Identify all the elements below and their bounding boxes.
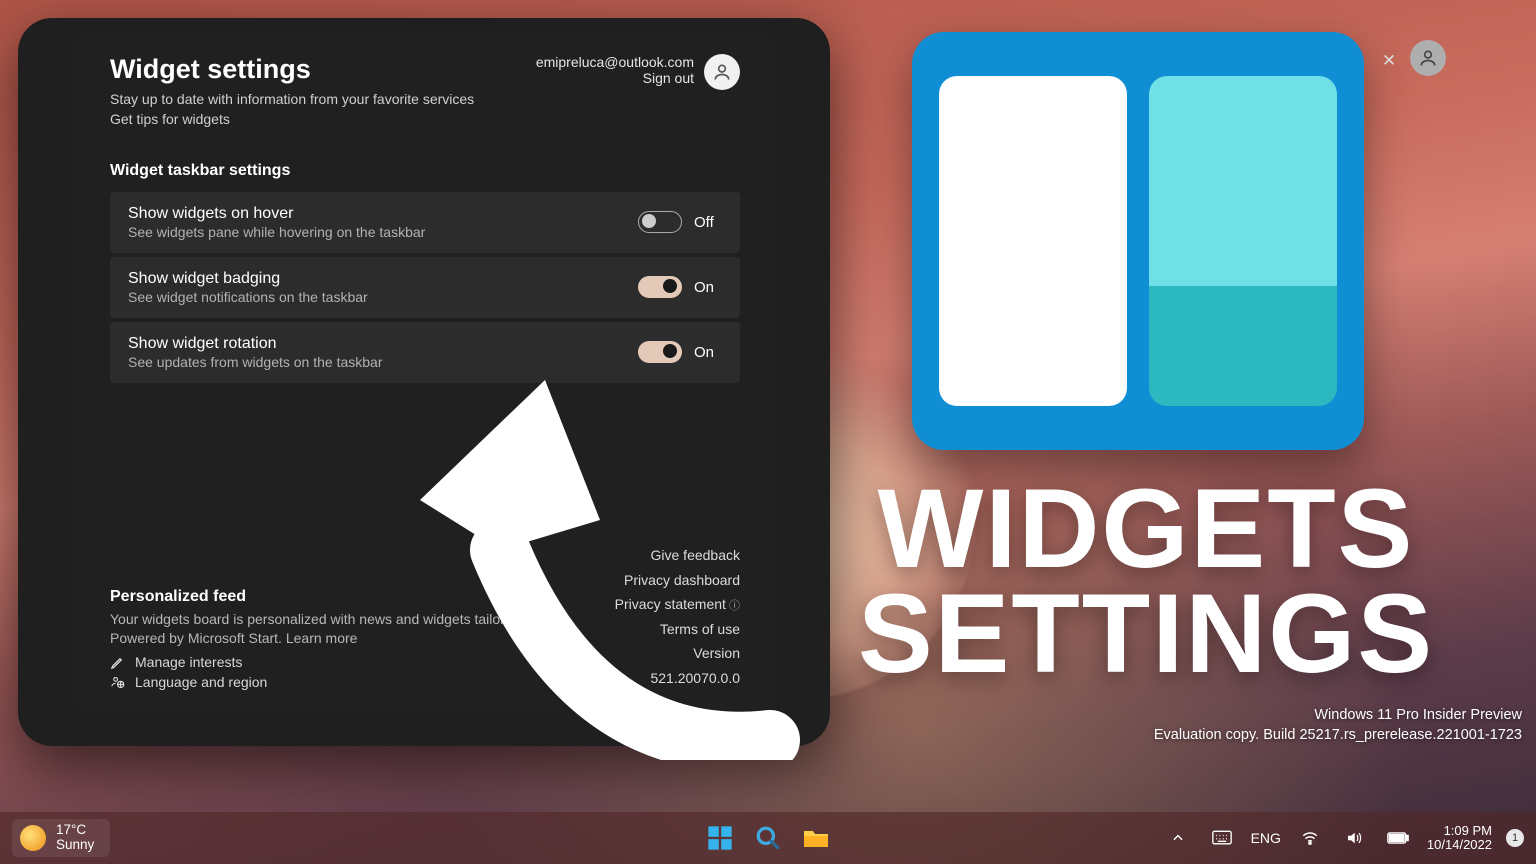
widget-settings-card: Widget settings Stay up to date with inf… bbox=[75, 34, 775, 710]
version-label: Version bbox=[615, 641, 740, 666]
taskbar-weather: Sunny bbox=[56, 838, 94, 853]
privacy-dashboard-link[interactable]: Privacy dashboard bbox=[615, 568, 740, 593]
version-number: 521.20070.0.0 bbox=[615, 666, 740, 691]
taskbar-widgets-button[interactable]: 17°C Sunny bbox=[12, 819, 110, 856]
windows-watermark: Windows 11 Pro Insider Preview Evaluatio… bbox=[1154, 706, 1522, 745]
account-avatar-button[interactable] bbox=[1410, 40, 1446, 76]
setting-hover-desc: See widgets pane while hovering on the t… bbox=[128, 224, 425, 240]
account-block: emipreluca@outlook.com Sign out bbox=[536, 54, 740, 90]
keyboard-icon bbox=[1212, 830, 1232, 846]
settings-title: Widget settings bbox=[110, 54, 474, 85]
pencil-icon bbox=[110, 655, 125, 670]
setting-badging: Show widget badging See widget notificat… bbox=[110, 257, 740, 318]
taskbar-right: ENG 1:09 PM 10/14/2022 1 bbox=[1163, 823, 1524, 853]
toggle-rotation-label: On bbox=[694, 344, 722, 361]
account-email: emipreluca@outlook.com bbox=[536, 54, 694, 70]
footer-links: Give feedback Privacy dashboard Privacy … bbox=[615, 543, 740, 690]
weather-sun-icon bbox=[20, 825, 46, 851]
setting-hover: Show widgets on hover See widgets pane w… bbox=[110, 192, 740, 253]
tray-wifi-button[interactable] bbox=[1295, 823, 1325, 853]
taskbar: 17°C Sunny ENG 1:09 PM bbox=[0, 812, 1536, 864]
battery-icon bbox=[1387, 831, 1409, 845]
account-avatar bbox=[704, 54, 740, 90]
manage-interests-link[interactable]: Manage interests bbox=[110, 654, 570, 670]
taskbar-explorer-button[interactable] bbox=[801, 823, 831, 853]
person-icon bbox=[1418, 48, 1438, 68]
toggle-badging[interactable] bbox=[638, 276, 682, 298]
setting-hover-title: Show widgets on hover bbox=[128, 205, 425, 223]
settings-subtitle-2: Get tips for widgets bbox=[110, 109, 474, 129]
taskbar-notifications-badge[interactable]: 1 bbox=[1506, 829, 1524, 847]
close-button[interactable]: ✕ bbox=[1376, 48, 1402, 74]
taskbar-search-button[interactable] bbox=[753, 823, 783, 853]
personalized-feed: Personalized feed Your widgets board is … bbox=[110, 588, 570, 690]
search-icon bbox=[755, 825, 781, 851]
setting-rotation-desc: See updates from widgets on the taskbar bbox=[128, 354, 382, 370]
widgets-logo bbox=[912, 32, 1364, 450]
tray-battery-button[interactable] bbox=[1383, 823, 1413, 853]
taskbar-clock[interactable]: 1:09 PM 10/14/2022 bbox=[1427, 824, 1492, 853]
privacy-statement-link[interactable]: Privacy statement bbox=[615, 592, 740, 617]
taskbar-temp: 17°C bbox=[56, 823, 94, 838]
file-explorer-icon bbox=[802, 825, 830, 851]
windows-start-icon bbox=[706, 824, 734, 852]
start-button[interactable] bbox=[705, 823, 735, 853]
toggle-badging-label: On bbox=[694, 279, 722, 296]
toggle-rotation[interactable] bbox=[638, 341, 682, 363]
signout-link[interactable]: Sign out bbox=[536, 70, 694, 86]
toggle-hover-label: Off bbox=[694, 214, 722, 231]
speaker-icon bbox=[1345, 829, 1363, 847]
person-icon bbox=[712, 62, 732, 82]
settings-subtitle-1: Stay up to date with information from yo… bbox=[110, 89, 474, 109]
section-taskbar-heading: Widget taskbar settings bbox=[110, 162, 740, 180]
terms-of-use-link[interactable]: Terms of use bbox=[615, 617, 740, 642]
toggle-hover[interactable] bbox=[638, 211, 682, 233]
promo-headline: WIDGETS SETTINGS bbox=[796, 476, 1496, 687]
setting-badging-title: Show widget badging bbox=[128, 270, 368, 288]
wifi-icon bbox=[1301, 829, 1319, 847]
chevron-up-icon bbox=[1171, 831, 1185, 845]
give-feedback-link[interactable]: Give feedback bbox=[615, 543, 740, 568]
setting-rotation: Show widget rotation See updates from wi… bbox=[110, 322, 740, 383]
logo-card-right bbox=[1149, 76, 1337, 406]
feed-desc: Your widgets board is personalized with … bbox=[110, 610, 570, 648]
tray-keyboard-button[interactable] bbox=[1207, 823, 1237, 853]
language-region-link[interactable]: Language and region bbox=[110, 674, 570, 690]
tray-chevron-button[interactable] bbox=[1163, 823, 1193, 853]
tray-volume-button[interactable] bbox=[1339, 823, 1369, 853]
globe-person-icon bbox=[110, 675, 125, 690]
tray-language[interactable]: ENG bbox=[1251, 830, 1281, 846]
feed-title: Personalized feed bbox=[110, 588, 570, 606]
taskbar-center bbox=[705, 823, 831, 853]
setting-rotation-title: Show widget rotation bbox=[128, 335, 382, 353]
logo-card-left bbox=[939, 76, 1127, 406]
setting-badging-desc: See widget notifications on the taskbar bbox=[128, 289, 368, 305]
